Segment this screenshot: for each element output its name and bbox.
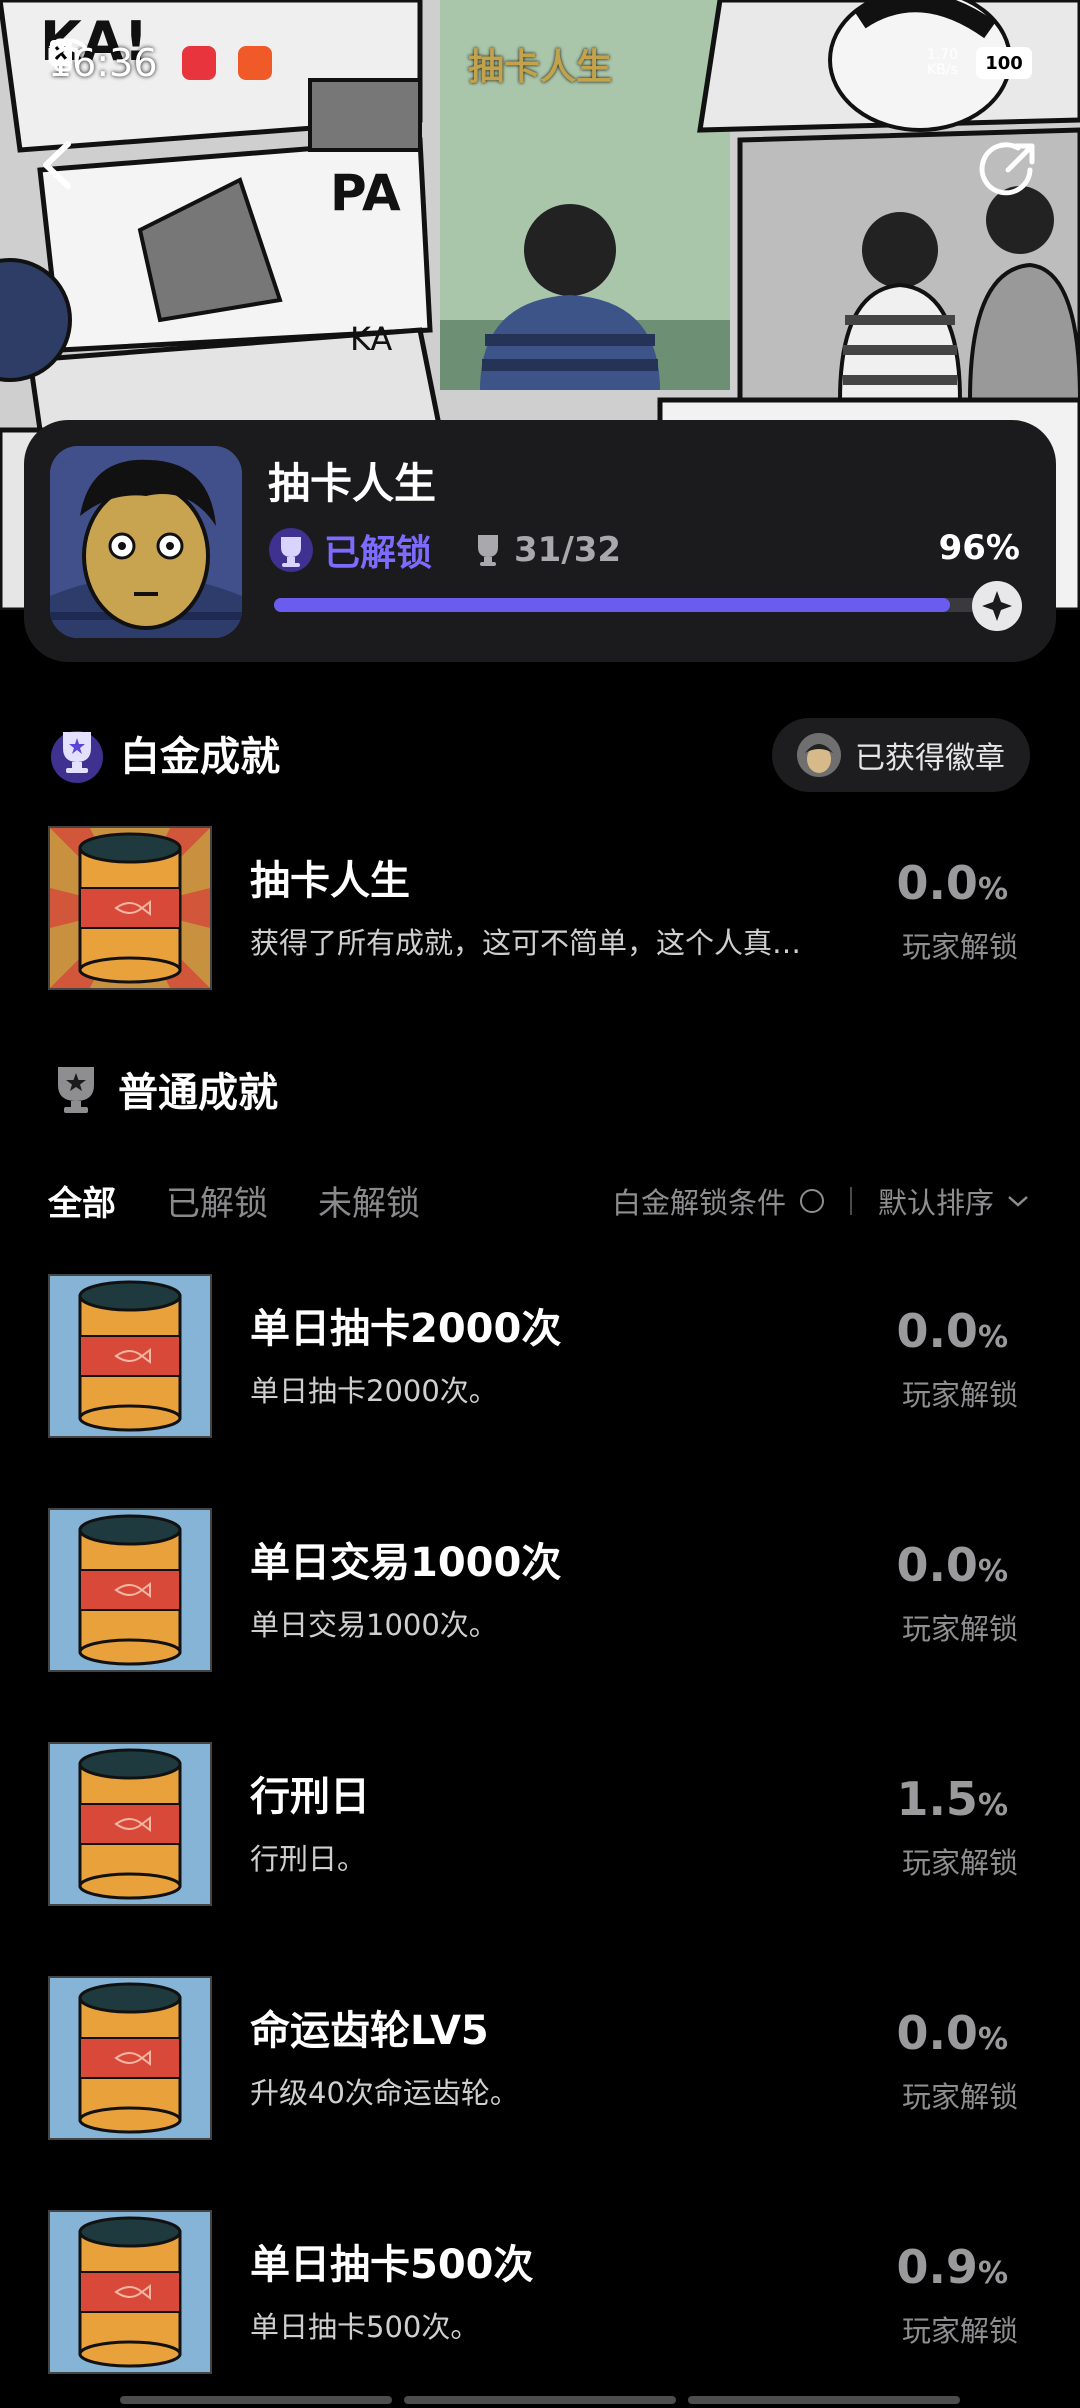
svg-text:KA: KA: [350, 320, 392, 358]
achievement-description: 单日交易1000次。: [250, 1608, 498, 1642]
achievement-row[interactable]: 单日抽卡2000次 单日抽卡2000次。 0.0% 玩家解锁: [0, 1274, 1080, 1440]
progress-fill: [274, 598, 950, 612]
achievement-description: 单日抽卡2000次。: [250, 1374, 498, 1408]
achievement-unlock-label: 玩家解锁: [901, 2314, 1018, 2348]
badge-avatar: [797, 733, 841, 777]
trophy-count: 31/32: [472, 530, 621, 570]
tab-unlocked[interactable]: 已解锁: [166, 1176, 268, 1225]
achievement-unlock-label: 玩家解锁: [901, 1612, 1018, 1646]
normal-section-header: 普通成就: [48, 1060, 278, 1118]
fish-can-icon: [50, 1978, 210, 2138]
achievement-row[interactable]: 行刑日 行刑日。 1.5% 玩家解锁: [0, 1742, 1080, 1908]
achievement-title: 行刑日: [250, 1774, 370, 1820]
fish-can-icon: [50, 1744, 210, 1904]
achievement-icon: [48, 826, 212, 990]
earned-badges-label: 已获得徽章: [855, 741, 1005, 776]
achievement-icon: [48, 1742, 212, 1906]
achievement-title: 抽卡人生: [250, 858, 410, 904]
achievement-unlock-percent: 0.0%: [896, 2006, 1008, 2060]
platinum-condition-toggle-label[interactable]: 白金解锁条件: [612, 1180, 786, 1222]
achievement-unlock-percent: 1.5%: [896, 1772, 1008, 1826]
achievement-filter-tabs: 全部 已解锁 未解锁: [48, 1176, 420, 1225]
achievement-row[interactable]: 单日交易1000次 单日交易1000次。 0.0% 玩家解锁: [0, 1508, 1080, 1674]
platinum-trophy-icon: [51, 731, 103, 783]
earned-badges-button[interactable]: 已获得徽章: [772, 718, 1030, 792]
achievement-icon: [48, 1274, 212, 1438]
game-title: 抽卡人生: [268, 459, 437, 508]
share-icon: [979, 142, 1035, 196]
fish-can-icon: [50, 1276, 210, 1436]
achievement-title: 命运齿轮LV5: [250, 2008, 489, 2054]
platinum-heading: 白金成就: [120, 734, 280, 780]
chevron-down-icon[interactable]: [1006, 1193, 1030, 1209]
normal-heading: 普通成就: [118, 1070, 278, 1116]
achievement-title: 单日抽卡500次: [250, 2242, 534, 2288]
achievement-icon: [48, 1508, 212, 1672]
achievement-description: 行刑日。: [250, 1842, 367, 1876]
fish-can-icon: [50, 2212, 210, 2372]
status-bar: 抽卡人生 16:36 1.70 KB/s 100: [48, 38, 1032, 88]
tab-all[interactable]: 全部: [48, 1176, 116, 1225]
achievement-title: 单日抽卡2000次: [250, 1306, 562, 1352]
achievement-unlock-percent: 0.9%: [896, 2240, 1008, 2294]
svg-text:PA: PA: [330, 164, 401, 222]
achievement-description: 升级40次命运齿轮。: [250, 2076, 519, 2110]
achievement-title: 单日交易1000次: [250, 1540, 562, 1586]
achievement-description: 单日抽卡500次。: [250, 2310, 480, 2344]
fish-can-icon: [50, 1510, 210, 1670]
unlock-status-row: 已解锁 31/32: [268, 524, 621, 576]
achievement-icon: [48, 2210, 212, 2374]
achievement-row[interactable]: 命运齿轮LV5 升级40次命运齿轮。 0.0% 玩家解锁: [0, 1976, 1080, 2142]
achievement-unlock-percent: 0.0%: [896, 1538, 1008, 1592]
platinum-achievement-row[interactable]: 抽卡人生 获得了所有成就，这可不简单，这个人真… 0.0% 玩家解锁: [0, 826, 1080, 992]
game-summary-card: 抽卡人生 已解锁 31/32 96%: [24, 420, 1056, 662]
achievement-unlock-label: 玩家解锁: [901, 930, 1018, 964]
achievement-unlock-label: 玩家解锁: [901, 1846, 1018, 1880]
achievement-unlock-label: 玩家解锁: [901, 1378, 1018, 1412]
filter-controls: 白金解锁条件 默认排序: [612, 1180, 1030, 1222]
back-button[interactable]: [38, 140, 108, 210]
compass-icon: [982, 591, 1012, 621]
chevron-left-icon: [43, 141, 71, 189]
divider: [849, 1187, 852, 1215]
achievement-row[interactable]: 单日抽卡500次 单日抽卡500次。 0.9% 玩家解锁: [0, 2210, 1080, 2376]
achievement-unlock-percent: 0.0%: [896, 1304, 1008, 1358]
unlocked-label: 已解锁: [324, 533, 433, 574]
compass-button[interactable]: [972, 581, 1022, 631]
share-button[interactable]: [978, 140, 1048, 210]
fish-can-burst-icon: [50, 828, 210, 988]
completion-percent: 96%: [938, 528, 1020, 568]
sort-dropdown[interactable]: 默认排序: [878, 1180, 994, 1222]
platinum-section-header: 白金成就: [48, 722, 280, 784]
trophy-icon: [478, 535, 499, 566]
completion-progress-bar: [274, 598, 978, 612]
achievement-description: 获得了所有成就，这可不简单，这个人真…: [250, 926, 802, 960]
game-cover-image: [50, 446, 242, 638]
achievement-unlock-label: 玩家解锁: [901, 2080, 1018, 2114]
normal-trophy-icon: [58, 1067, 94, 1113]
achievement-unlock-percent: 0.0%: [896, 856, 1008, 910]
platinum-condition-radio[interactable]: [799, 1189, 824, 1213]
wifi-icon: [48, 38, 88, 66]
app-title-overlay: 抽卡人生: [467, 47, 612, 88]
purple-trophy-icon: [269, 528, 313, 572]
achievement-icon: [48, 1976, 212, 2140]
tab-locked[interactable]: 未解锁: [318, 1176, 420, 1225]
home-indicator: [120, 2396, 960, 2404]
